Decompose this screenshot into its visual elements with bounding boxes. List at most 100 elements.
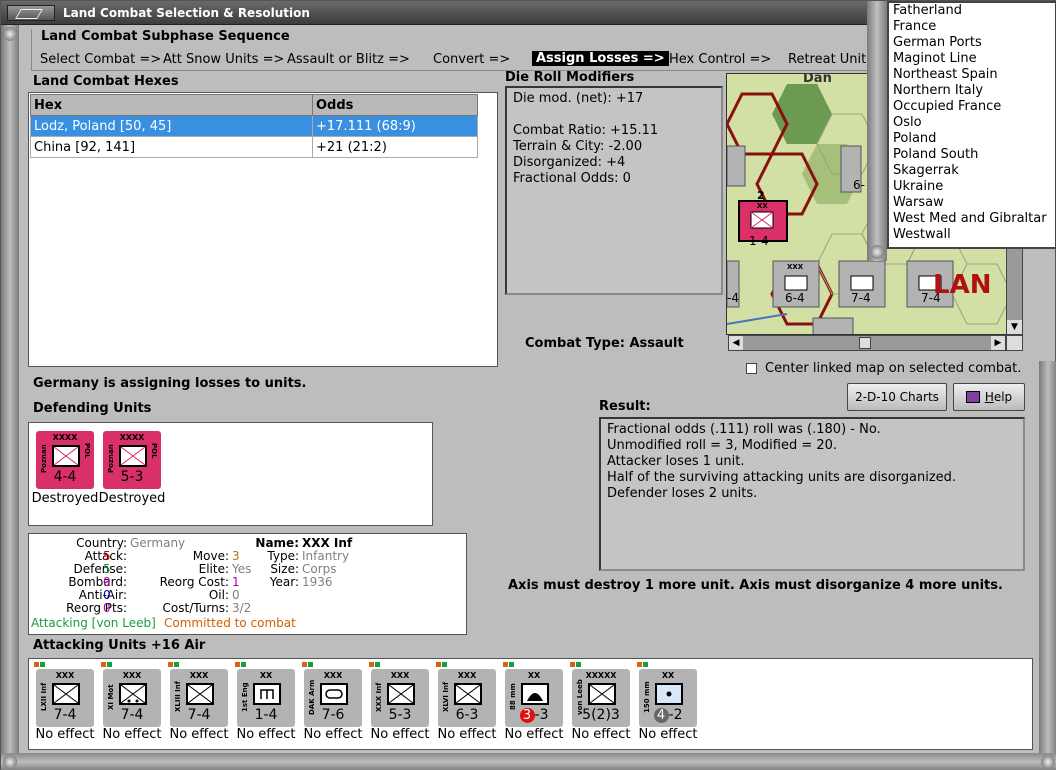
- window-title: Land Combat Selection & Resolution: [63, 6, 310, 20]
- attacking-unit-counter[interactable]: XX 1st Eng 1-4: [237, 669, 295, 727]
- status-dot-icon: [375, 662, 380, 667]
- status-dot-icon: [241, 662, 246, 667]
- attacking-units-title: Attacking Units +16 Air: [33, 638, 206, 653]
- infantry-symbol-icon: [52, 445, 80, 467]
- table-row[interactable]: Lodz, Poland [50, 45] +17.111 (68:9): [30, 115, 478, 137]
- result-panel: Fractional odds (.111) roll was (.180) -…: [599, 417, 1025, 571]
- scroll-thumb[interactable]: [859, 337, 871, 349]
- title-bar[interactable]: Land Combat Selection & Resolution: [1, 1, 871, 25]
- status-dot-icon: [101, 662, 106, 667]
- center-map-label: Center linked map on selected combat.: [765, 361, 1022, 376]
- right-frame: [1039, 361, 1056, 770]
- window-menu-icon[interactable]: [7, 5, 55, 21]
- hexes-title: Land Combat Hexes: [33, 74, 179, 89]
- center-map-checkbox[interactable]: [746, 363, 757, 374]
- attacking-unit-status: No effect: [437, 727, 497, 742]
- unit-info-panel: Country: Germany Attack: 5 Defense: 5 Bo…: [28, 533, 467, 635]
- list-item[interactable]: Ukraine: [889, 179, 1055, 195]
- table-row[interactable]: China [92, 141] +21 (21:2): [30, 136, 478, 158]
- status-dot-icon: [40, 662, 45, 667]
- antiair-value: 0: [103, 588, 111, 602]
- center-map-option[interactable]: Center linked map on selected combat.: [746, 361, 1021, 376]
- elite-label: Elite:: [198, 562, 229, 576]
- die-mod-net: Die mod. (net): +17: [513, 91, 644, 106]
- result-line: Attacker loses 1 unit.: [607, 454, 745, 469]
- help-button[interactable]: Help: [953, 383, 1025, 411]
- antiair-label: Anti-Air:: [78, 588, 127, 602]
- cost-turns-value: 3/2: [232, 601, 252, 615]
- attacking-unit-counter[interactable]: XXX XLVI Inf 6-3: [438, 669, 496, 727]
- list-item[interactable]: Warsaw: [889, 195, 1055, 211]
- status-dot-icon: [174, 662, 179, 667]
- defending-units-title: Defending Units: [33, 401, 152, 416]
- map-horizontal-scrollbar[interactable]: ◀ ▶: [728, 335, 1006, 351]
- result-line: Unmodified roll = 3, Modified = 20.: [607, 438, 838, 453]
- scroll-corner: [1006, 335, 1023, 351]
- disorganized: Disorganized: +4: [513, 155, 626, 170]
- bottom-frame: [1, 753, 1056, 770]
- defense-label: Defense:: [73, 562, 127, 576]
- step-convert: Convert =>: [433, 52, 511, 67]
- status-dot-icon: [235, 662, 240, 667]
- list-item[interactable]: Oslo: [889, 115, 1055, 131]
- result-line: Fractional odds (.111) roll was (.180) -…: [607, 422, 881, 437]
- attacking-unit-counter[interactable]: XX 88 mm 3 -3: [505, 669, 563, 727]
- map-stack-count: 2: [757, 189, 765, 202]
- reorg-pts-value: 0: [103, 601, 111, 615]
- name-value: XXX Inf: [302, 536, 353, 550]
- hex-column-header[interactable]: Hex: [30, 94, 313, 116]
- list-item[interactable]: France: [889, 19, 1055, 35]
- engineer-symbol-icon: [253, 683, 281, 705]
- year-label: Year:: [269, 575, 299, 589]
- list-item[interactable]: Fatherland: [889, 3, 1055, 19]
- list-item[interactable]: Poland: [889, 131, 1055, 147]
- list-item[interactable]: Skagerrak: [889, 163, 1055, 179]
- list-item[interactable]: Occupied France: [889, 99, 1055, 115]
- attacking-unit-counter[interactable]: XXX XLIII Inf 7-4: [170, 669, 228, 727]
- axis-loss-message: Axis must destroy 1 more unit. Axis must…: [508, 578, 1003, 593]
- defending-unit-status: Destroyed: [31, 491, 99, 506]
- step-hex-control: Hex Control =>: [669, 52, 772, 67]
- oil-value: 0: [232, 588, 240, 602]
- attacking-unit-counter[interactable]: XXX XXX Inf 5-3: [371, 669, 429, 727]
- scroll-down-arrow-icon[interactable]: ▼: [1007, 320, 1022, 334]
- attacking-unit-counter[interactable]: XXX LXII Inf 7-4: [36, 669, 94, 727]
- attacking-unit-counter[interactable]: XXX XI Mot 7-4: [103, 669, 161, 727]
- attacking-unit-status: No effect: [236, 727, 296, 742]
- defending-unit-counter[interactable]: XXXX Poznan POL 4-4: [36, 431, 94, 489]
- status-dot-icon: [168, 662, 173, 667]
- anti-aircraft-symbol-icon: [521, 683, 549, 705]
- infantry-symbol-icon: [454, 683, 482, 705]
- odds-column-header[interactable]: Odds: [312, 94, 478, 116]
- bombard-value: 0: [103, 575, 111, 589]
- list-item[interactable]: Northeast Spain: [889, 67, 1055, 83]
- status-dot-icon: [436, 662, 441, 667]
- status-dot-icon: [34, 662, 39, 667]
- scroll-left-arrow-icon[interactable]: ◀: [729, 336, 743, 350]
- status-dot-icon: [302, 662, 307, 667]
- cost-turns-label: Cost/Turns:: [162, 601, 229, 615]
- map-label-poland: LAN: [933, 270, 992, 300]
- hexes-table: Hex Odds Lodz, Poland [50, 45] +17.111 (…: [30, 94, 478, 158]
- scroll-right-arrow-icon[interactable]: ▶: [991, 336, 1005, 350]
- status-dot-icon: [503, 662, 508, 667]
- attacking-unit-counter[interactable]: XX 150 mm 4 -2: [639, 669, 697, 727]
- step-select-combat: Select Combat =>: [40, 52, 162, 67]
- attacking-unit-counter[interactable]: XXX DAK Arm 7-6: [304, 669, 362, 727]
- combat-ratio: Combat Ratio: +15.11: [513, 123, 659, 138]
- list-item[interactable]: Poland South: [889, 147, 1055, 163]
- list-item[interactable]: Westwall: [889, 227, 1055, 243]
- list-item[interactable]: Northern Italy: [889, 83, 1055, 99]
- charts-button[interactable]: 2-D-10 Charts: [847, 383, 947, 411]
- list-item[interactable]: German Ports: [889, 35, 1055, 51]
- defending-unit-counter[interactable]: XXXX Poznan POL 5-3: [103, 431, 161, 489]
- map-counter-size: XXX: [787, 263, 804, 271]
- reorg-pts-label: Reorg Pts:: [66, 601, 127, 615]
- map-counter-strength: 7-4: [851, 291, 871, 305]
- list-item[interactable]: Maginot Line: [889, 51, 1055, 67]
- attacking-unit-counter[interactable]: XXXXX von Leeb 5(2)3: [572, 669, 630, 727]
- step-retreat-units: Retreat Units: [788, 52, 874, 67]
- result-title: Result:: [599, 399, 651, 414]
- area-dropdown-list[interactable]: Fatherland France German Ports Maginot L…: [887, 1, 1056, 249]
- list-item[interactable]: West Med and Gibraltar: [889, 211, 1055, 227]
